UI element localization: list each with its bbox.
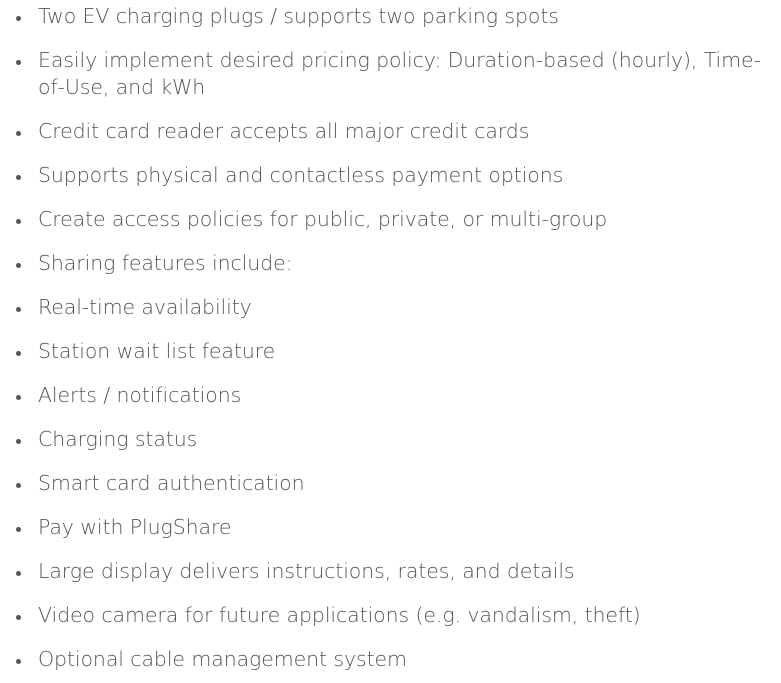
bullet-icon	[16, 527, 21, 532]
feature-item: Optional cable management system	[0, 646, 773, 673]
feature-item: Large display delivers instructions, rat…	[0, 558, 773, 585]
feature-text: Smart card authentication	[38, 471, 305, 495]
bullet-icon	[16, 307, 21, 312]
feature-text: Optional cable management system	[38, 647, 407, 671]
bullet-icon	[16, 131, 21, 136]
bullet-icon	[16, 175, 21, 180]
feature-text: Alerts / notifications	[38, 383, 242, 407]
bullet-icon	[16, 219, 21, 224]
feature-text: Credit card reader accepts all major cre…	[38, 119, 530, 143]
feature-item: Alerts / notifications	[0, 382, 773, 409]
feature-item: Pay with PlugShare	[0, 514, 773, 541]
feature-item: Video camera for future applications (e.…	[0, 602, 773, 629]
feature-item: Easily implement desired pricing policy:…	[0, 47, 773, 101]
feature-text: Easily implement desired pricing policy:…	[38, 48, 761, 99]
feature-text: Supports physical and contactless paymen…	[38, 163, 564, 187]
feature-item: Create access policies for public, priva…	[0, 206, 773, 233]
bullet-icon	[16, 483, 21, 488]
bullet-icon	[16, 16, 21, 21]
feature-text: Real-time availability	[38, 295, 252, 319]
feature-item: Station wait list feature	[0, 338, 773, 365]
feature-item: Supports physical and contactless paymen…	[0, 162, 773, 189]
feature-text: Pay with PlugShare	[38, 515, 232, 539]
feature-text: Create access policies for public, priva…	[38, 207, 608, 231]
feature-item: Sharing features include:	[0, 250, 773, 277]
bullet-icon	[16, 351, 21, 356]
bullet-icon	[16, 571, 21, 576]
feature-text: Charging status	[38, 427, 198, 451]
bullet-icon	[16, 60, 21, 65]
bullet-icon	[16, 659, 21, 664]
feature-item: Charging status	[0, 426, 773, 453]
feature-list: Two EV charging plugs / supports two par…	[0, 0, 781, 673]
bullet-icon	[16, 615, 21, 620]
feature-text: Video camera for future applications (e.…	[38, 603, 641, 627]
bullet-icon	[16, 439, 21, 444]
feature-text: Two EV charging plugs / supports two par…	[38, 4, 559, 28]
feature-item: Smart card authentication	[0, 470, 773, 497]
feature-item: Credit card reader accepts all major cre…	[0, 118, 773, 145]
feature-item: Real-time availability	[0, 294, 773, 321]
feature-text: Station wait list feature	[38, 339, 276, 363]
bullet-icon	[16, 263, 21, 268]
feature-item: Two EV charging plugs / supports two par…	[0, 3, 773, 30]
bullet-icon	[16, 395, 21, 400]
feature-text: Large display delivers instructions, rat…	[38, 559, 575, 583]
feature-text: Sharing features include:	[38, 251, 293, 275]
